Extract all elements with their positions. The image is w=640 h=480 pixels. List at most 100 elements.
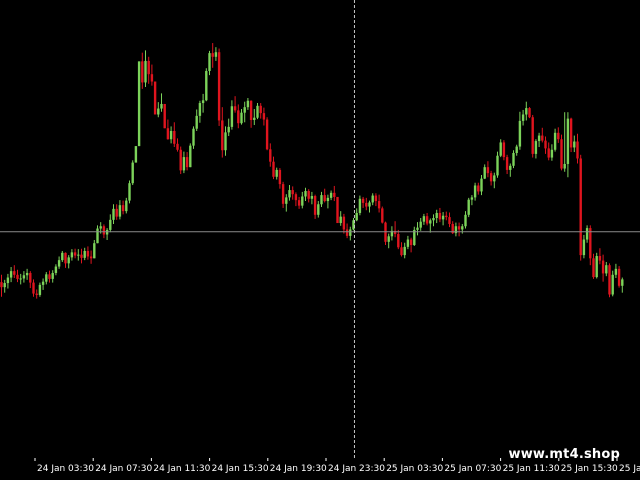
candle-body bbox=[441, 215, 445, 220]
candle bbox=[256, 103, 259, 120]
candle bbox=[38, 282, 42, 297]
candle-body bbox=[221, 120, 224, 151]
candle bbox=[105, 228, 109, 240]
candle bbox=[339, 211, 342, 226]
candle-body bbox=[19, 278, 22, 280]
candle-body bbox=[86, 250, 90, 257]
candle bbox=[579, 154, 582, 261]
candle bbox=[77, 249, 80, 261]
candle-body bbox=[93, 243, 96, 259]
candle-body bbox=[544, 140, 547, 149]
candle bbox=[54, 264, 58, 276]
candle bbox=[342, 213, 346, 234]
candle bbox=[614, 263, 618, 279]
candle-body bbox=[579, 158, 582, 256]
candle-body bbox=[425, 216, 429, 224]
candle bbox=[265, 117, 269, 151]
x-tick-label: 25 Jan 11:30 bbox=[503, 464, 560, 474]
candle-body bbox=[243, 107, 246, 113]
candle-body bbox=[435, 212, 438, 219]
candle-body bbox=[563, 163, 566, 169]
candle-body bbox=[457, 226, 461, 230]
candle bbox=[317, 201, 320, 218]
chart-canvas[interactable]: 24 Jan 03:30 24 Jan 07:30 24 Jan 11:30 24 J… bbox=[0, 0, 640, 480]
candle bbox=[153, 81, 157, 115]
candle bbox=[493, 172, 496, 189]
candle bbox=[233, 96, 237, 113]
candle-body bbox=[9, 271, 13, 278]
candle bbox=[566, 112, 570, 178]
candle-body bbox=[448, 217, 451, 224]
candle bbox=[166, 119, 170, 140]
candle bbox=[505, 154, 509, 175]
candle bbox=[595, 252, 598, 279]
candle bbox=[304, 187, 307, 202]
candle-body bbox=[224, 132, 227, 151]
candle bbox=[336, 196, 339, 224]
candle-body bbox=[112, 208, 115, 220]
candle-body bbox=[585, 228, 589, 240]
candle-body bbox=[310, 196, 314, 199]
candle-body bbox=[349, 229, 352, 236]
candle-body bbox=[339, 216, 342, 224]
candle-body bbox=[38, 284, 42, 295]
candle-body bbox=[595, 256, 598, 278]
candle bbox=[467, 197, 470, 218]
candle bbox=[557, 127, 560, 143]
candle-body bbox=[73, 252, 77, 256]
candle-body bbox=[358, 198, 362, 213]
candle bbox=[611, 270, 614, 297]
price-chart[interactable]: 24 Jan 03:30 24 Jan 07:30 24 Jan 11:30 24 J… bbox=[0, 0, 640, 480]
candle bbox=[163, 103, 166, 129]
candle-body bbox=[342, 216, 346, 230]
candle bbox=[211, 43, 214, 68]
candle-body bbox=[467, 199, 470, 215]
candle-body bbox=[291, 190, 294, 195]
candle bbox=[480, 174, 483, 196]
candle bbox=[544, 136, 547, 154]
candle-body bbox=[614, 268, 618, 275]
x-tick-label: 24 Jan 11:30 bbox=[153, 464, 210, 474]
candle-body bbox=[205, 70, 208, 101]
candle bbox=[272, 156, 275, 180]
candle-body bbox=[569, 118, 573, 148]
candle-body bbox=[57, 260, 61, 267]
candle-body bbox=[419, 221, 422, 228]
candle-body bbox=[480, 178, 483, 192]
candle-body bbox=[473, 185, 477, 198]
candle-body bbox=[227, 126, 230, 133]
candle-body bbox=[304, 190, 307, 197]
candle bbox=[217, 48, 221, 126]
candle-body bbox=[531, 117, 534, 154]
candle-body bbox=[173, 130, 176, 144]
candle-body bbox=[486, 167, 490, 174]
candle bbox=[96, 225, 99, 244]
x-tick-label: 24 Jan 03:30 bbox=[37, 464, 94, 474]
candle-body bbox=[198, 103, 202, 116]
candle-body bbox=[429, 220, 432, 224]
candle bbox=[601, 254, 605, 282]
candle bbox=[326, 194, 330, 209]
candle-body bbox=[489, 173, 493, 182]
candle bbox=[525, 101, 528, 121]
x-tick-label: 25 Jan 07:30 bbox=[444, 464, 501, 474]
candle-body bbox=[256, 105, 259, 118]
candle bbox=[329, 190, 333, 201]
candle-body bbox=[195, 115, 198, 129]
candle-body bbox=[281, 184, 285, 204]
candle bbox=[141, 52, 144, 89]
candle bbox=[560, 134, 563, 171]
candle bbox=[157, 102, 160, 118]
candle bbox=[531, 114, 534, 158]
candle-body bbox=[320, 195, 323, 205]
candle bbox=[381, 206, 384, 224]
candle-body bbox=[557, 132, 560, 140]
candle bbox=[118, 200, 122, 220]
candle bbox=[403, 242, 406, 259]
candle-body bbox=[278, 169, 282, 185]
candle bbox=[496, 151, 499, 178]
candle bbox=[61, 250, 64, 262]
candle bbox=[429, 218, 432, 233]
candle bbox=[333, 185, 336, 202]
candle bbox=[25, 268, 29, 280]
